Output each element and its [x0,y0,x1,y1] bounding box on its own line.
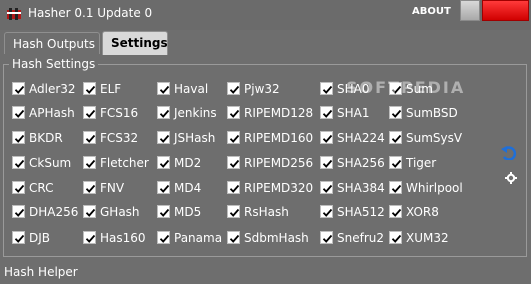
gear-icon[interactable] [505,172,517,184]
checkbox-label: SHA256 [337,156,385,170]
checkbox-box[interactable] [12,156,25,169]
checkbox-box[interactable] [157,106,170,119]
checkbox-label: Whirlpool [406,181,463,195]
checkbox-label: GHash [100,205,140,219]
checkbox-box[interactable] [320,156,333,169]
checkbox-label: Fletcher [100,156,149,170]
watermark: SOFTPEDIA [346,78,466,97]
checkbox-box[interactable] [12,82,25,95]
checkbox-box[interactable] [12,181,25,194]
checkbox-label: SumSysV [406,131,463,145]
checkbox-label: SHA384 [337,181,385,195]
checkbox-box[interactable] [227,82,240,95]
checkbox-box[interactable] [227,205,240,218]
checkbox-label: APHash [29,106,75,120]
checkbox-box[interactable] [157,131,170,144]
checkbox-box[interactable] [83,156,96,169]
checkbox-box[interactable] [320,131,333,144]
checkbox-label: SHA1 [337,106,370,120]
checkbox-label: Has160 [100,231,146,245]
checkbox-box[interactable] [227,231,240,244]
tab-settings[interactable]: Settings [102,31,168,55]
window-title: Hasher 0.1 Update 0 [28,6,153,20]
checkbox-box[interactable] [83,131,96,144]
checkbox-box[interactable] [389,106,402,119]
checkbox-label: Panama [174,231,223,245]
checkbox-box[interactable] [83,181,96,194]
checkbox-box[interactable] [320,231,333,244]
group-title: Hash Settings [9,57,99,71]
checkbox-label: FNV [100,181,125,195]
checkbox-box[interactable] [83,82,96,95]
checkbox-label: RIPEMD256 [244,156,314,170]
checkbox-box[interactable] [83,205,96,218]
tab-hash-outputs[interactable]: Hash Outputs [4,32,100,54]
checkbox-label: DHA256 [29,205,79,219]
checkbox-label: BKDR [29,131,63,145]
checkbox-label: ELF [100,82,122,96]
checkbox-label: RIPEMD160 [244,131,314,145]
checkbox-label: CkSum [29,156,72,170]
checkbox-box[interactable] [227,181,240,194]
checkbox-box[interactable] [157,231,170,244]
checkbox-box[interactable] [320,181,333,194]
hasher-app-icon [7,8,21,20]
checkbox-box[interactable] [227,131,240,144]
checkbox-box[interactable] [320,205,333,218]
checkbox-label: Snefru2 [337,231,385,245]
checkbox-box[interactable] [389,231,402,244]
checkbox-label: MD2 [174,156,202,170]
checkbox-box[interactable] [157,205,170,218]
checkbox-label: Tiger [406,156,437,170]
checkbox-label: DJB [29,231,51,245]
checkbox-box[interactable] [227,106,240,119]
checkbox-box[interactable] [83,231,96,244]
checkbox-label: FCS16 [100,106,139,120]
close-button[interactable] [482,0,529,21]
checkbox-box[interactable] [12,106,25,119]
checkbox-box[interactable] [12,131,25,144]
checkbox-label: MD4 [174,181,202,195]
checkbox-label: Adler32 [29,82,76,96]
checkbox-label: Haval [174,82,209,96]
checkbox-box[interactable] [227,156,240,169]
checkbox-label: XOR8 [406,205,439,219]
checkbox-label: MD5 [174,205,202,219]
checkbox-label: SdbmHash [244,231,309,245]
checkbox-box[interactable] [157,82,170,95]
about-link[interactable]: ABOUT [412,6,451,17]
checkbox-box[interactable] [12,205,25,218]
checkbox-label: RsHash [244,205,289,219]
checkbox-box[interactable] [320,106,333,119]
checkbox-box[interactable] [320,82,333,95]
title-bar: Hasher 0.1 Update 0 ABOUT [0,0,531,30]
checkbox-box[interactable] [157,156,170,169]
checkbox-label: JSHash [174,131,216,145]
checkbox-box[interactable] [389,205,402,218]
checkbox-label: Jenkins [174,106,217,120]
checkbox-label: RIPEMD320 [244,181,314,195]
checkbox-box[interactable] [83,106,96,119]
checkbox-box[interactable] [12,231,25,244]
minimize-button[interactable] [460,0,480,21]
checkbox-box[interactable] [389,181,402,194]
checkbox-label: CRC [29,181,54,195]
checkbox-label: SHA224 [337,131,385,145]
checkbox-label: Pjw32 [244,82,280,96]
checkbox-label: SumBSD [406,106,458,120]
checkbox-label: FCS32 [100,131,139,145]
checkbox-box[interactable] [389,131,402,144]
checkbox-label: RIPEMD128 [244,106,314,120]
checkbox-label: XUM32 [406,231,449,245]
checkbox-box[interactable] [157,181,170,194]
hash-helper-label: Hash Helper [4,265,78,279]
undo-icon[interactable] [500,146,518,160]
checkbox-box[interactable] [389,156,402,169]
checkbox-label: SHA512 [337,205,385,219]
